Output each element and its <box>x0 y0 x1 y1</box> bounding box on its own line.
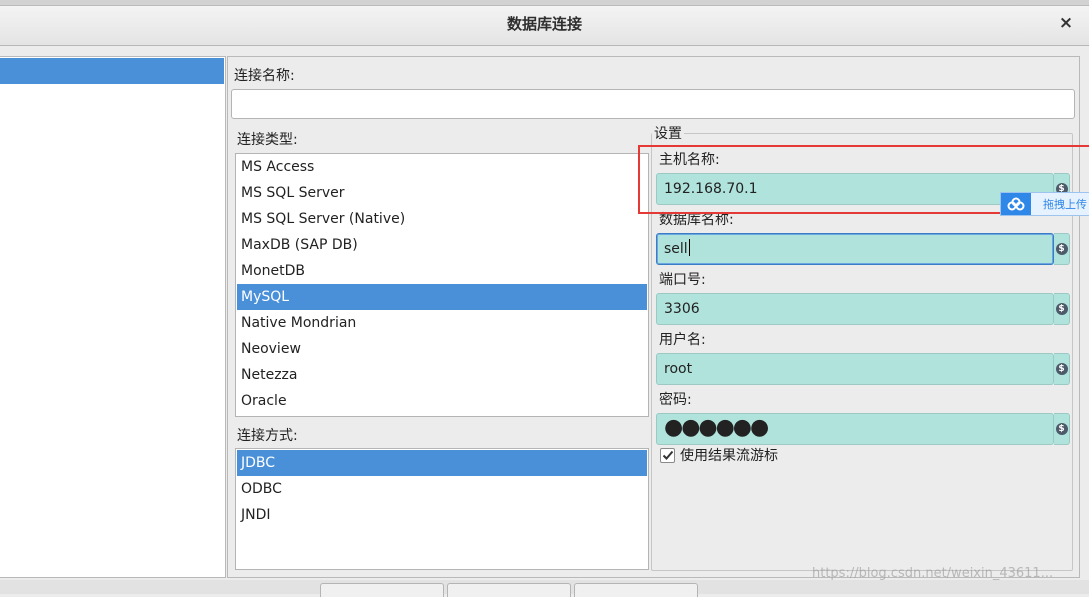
access-method-list[interactable]: JDBC ODBC JNDI <box>235 448 649 570</box>
password-input[interactable]: ●●●●●● <box>656 413 1054 445</box>
close-button[interactable]: × <box>1057 13 1075 33</box>
bottom-button[interactable] <box>447 583 571 597</box>
database-label: 数据库名称: <box>659 212 734 228</box>
top-strip <box>0 0 1089 6</box>
password-variable-button[interactable]: $ <box>1054 413 1070 445</box>
use-result-cursor-option[interactable]: 使用结果流游标 <box>660 446 778 464</box>
port-variable-button[interactable]: $ <box>1054 293 1070 325</box>
use-result-cursor-checkbox[interactable] <box>660 447 675 463</box>
connection-type-item[interactable]: MS SQL Server (Native) <box>237 206 647 232</box>
connection-type-item[interactable]: MS SQL Server <box>237 180 647 206</box>
connection-type-item-selected[interactable]: MySQL <box>237 284 647 310</box>
password-mask: ●●●●●● <box>664 415 769 440</box>
dollar-icon: $ <box>1055 303 1068 315</box>
connection-type-item[interactable]: MS Access <box>237 154 647 180</box>
access-method-item[interactable]: ODBC <box>237 476 647 502</box>
window-title: 数据库连接 <box>506 15 582 33</box>
connection-type-item[interactable]: MaxDB (SAP DB) <box>237 232 647 258</box>
upload-text: 拖拽上传 <box>1043 198 1087 211</box>
password-label: 密码: <box>659 392 692 408</box>
username-input[interactable]: root <box>656 353 1054 385</box>
access-method-item-selected[interactable]: JDBC <box>237 450 647 476</box>
bottom-button[interactable] <box>320 583 444 597</box>
dollar-icon: $ <box>1055 363 1068 375</box>
cloud-icon <box>1001 193 1031 215</box>
database-variable-button[interactable]: $ <box>1054 233 1070 265</box>
database-input[interactable]: sell <box>656 233 1054 265</box>
connection-type-list[interactable]: MS Access MS SQL Server MS SQL Server (N… <box>235 153 649 417</box>
connection-type-item[interactable]: Oracle <box>237 388 647 414</box>
settings-legend: 设置 <box>652 123 684 143</box>
connection-name-input[interactable] <box>231 89 1075 119</box>
database-input-value: sell <box>664 241 688 257</box>
connection-type-item[interactable]: Neoview <box>237 336 647 362</box>
category-list[interactable] <box>0 56 226 578</box>
text-caret <box>688 239 690 256</box>
bottom-button[interactable] <box>574 583 698 597</box>
host-input[interactable]: 192.168.70.1 <box>656 173 1054 205</box>
dollar-icon: $ <box>1055 243 1068 255</box>
connection-name-label: 连接名称: <box>234 68 295 84</box>
checkmark-icon <box>662 450 673 460</box>
use-result-cursor-label: 使用结果流游标 <box>680 448 778 464</box>
title-bar: 数据库连接 × <box>0 0 1089 46</box>
connection-form: 连接名称: 连接类型: MS Access MS SQL Server MS S… <box>227 56 1080 578</box>
host-label: 主机名称: <box>659 152 720 168</box>
port-label: 端口号: <box>659 272 706 288</box>
connection-type-label: 连接类型: <box>237 132 298 148</box>
username-variable-button[interactable]: $ <box>1054 353 1070 385</box>
access-method-label: 连接方式: <box>237 428 298 444</box>
port-input[interactable]: 3306 <box>656 293 1054 325</box>
drag-upload-widget[interactable]: 拖拽上传 <box>1000 192 1089 216</box>
connection-type-item[interactable]: Netezza <box>237 362 647 388</box>
access-method-item[interactable]: JNDI <box>237 502 647 528</box>
dollar-icon: $ <box>1055 423 1068 435</box>
connection-type-item[interactable]: Native Mondrian <box>237 310 647 336</box>
connection-type-item[interactable]: MonetDB <box>237 258 647 284</box>
username-label: 用户名: <box>659 332 706 348</box>
category-list-selected-row[interactable] <box>0 58 224 84</box>
